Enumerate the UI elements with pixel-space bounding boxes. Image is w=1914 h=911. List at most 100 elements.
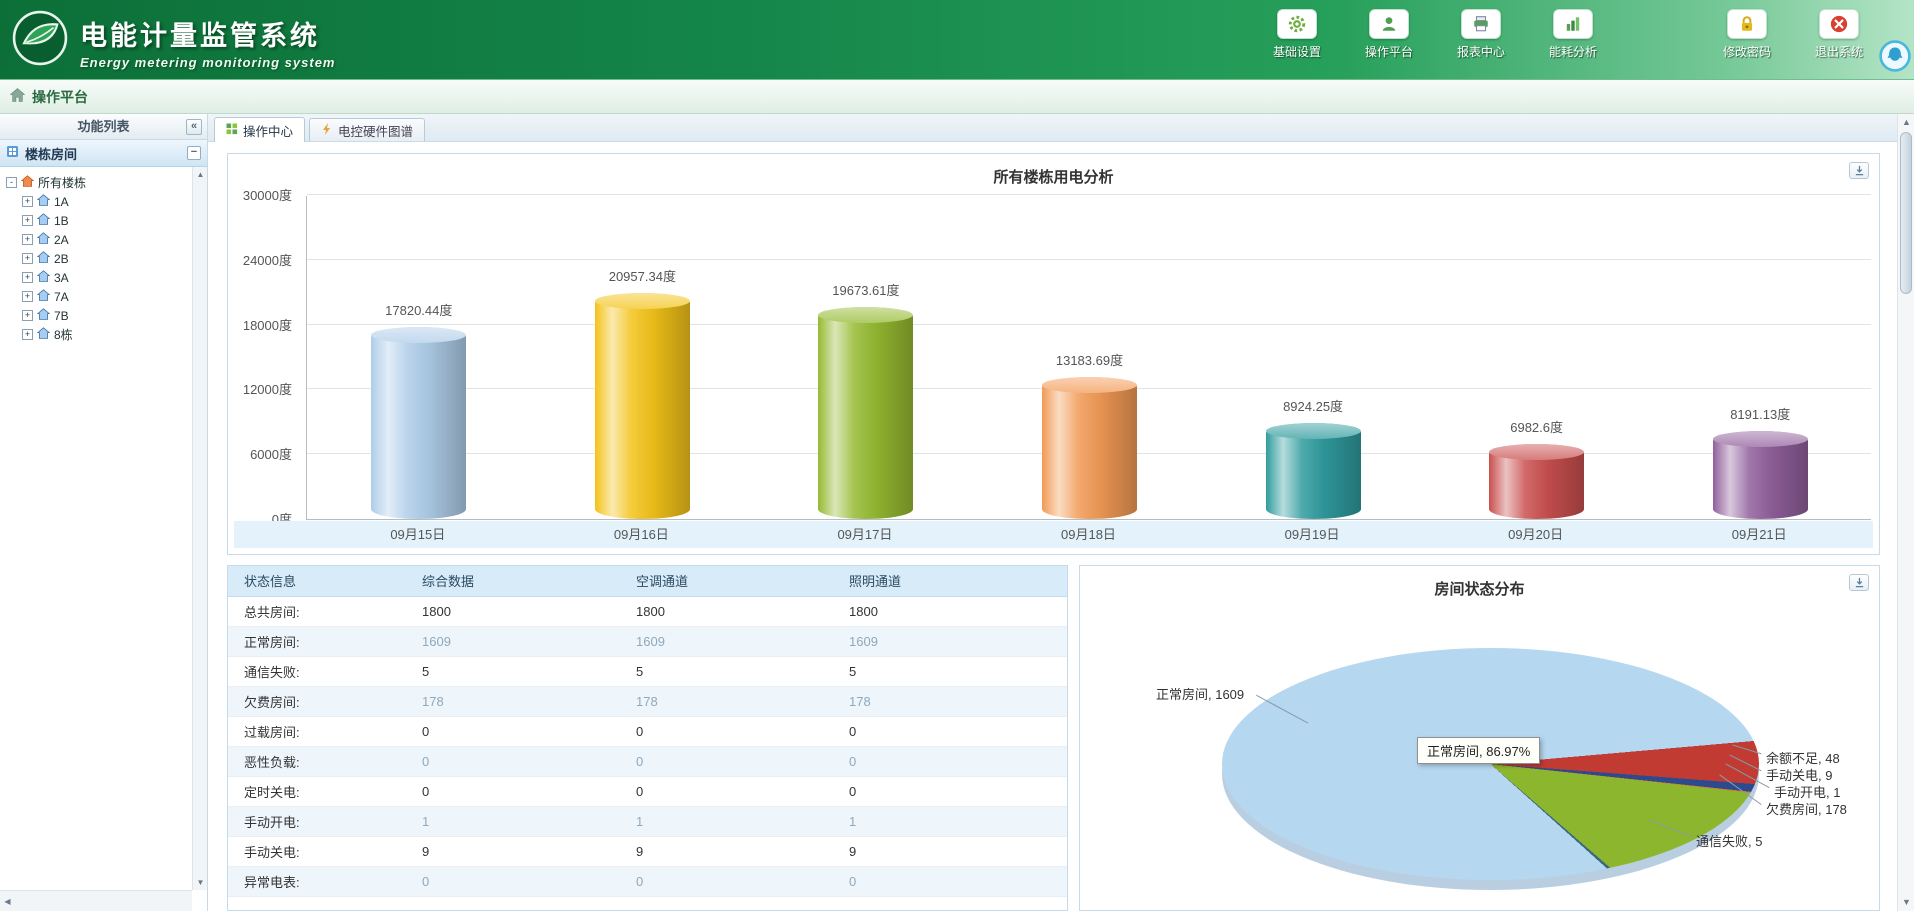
- bar-09月15日[interactable]: [371, 327, 466, 519]
- scroll-up-icon[interactable]: ▲: [1898, 114, 1914, 131]
- nav-label: 能耗分析: [1549, 43, 1597, 60]
- scroll-up-icon[interactable]: ▲: [193, 167, 208, 182]
- x-tick-label: 09月16日: [530, 521, 754, 548]
- tree-item-label: 2A: [54, 233, 69, 247]
- bar-09月20日[interactable]: [1489, 444, 1584, 519]
- row-value: 1800: [620, 596, 833, 626]
- y-tick-label: 12000度: [243, 379, 292, 398]
- bar-09月18日[interactable]: [1042, 377, 1137, 519]
- nav-button-close[interactable]: 退出系统: [1808, 9, 1870, 60]
- bar-09月19日[interactable]: [1266, 423, 1361, 519]
- expand-icon[interactable]: +: [22, 310, 33, 321]
- expand-icon[interactable]: +: [22, 272, 33, 283]
- tree-item-7B[interactable]: +7B: [0, 306, 192, 325]
- expand-icon[interactable]: +: [22, 196, 33, 207]
- section-collapse-button[interactable]: −: [187, 146, 201, 160]
- nav-button-chart[interactable]: 能耗分析: [1542, 9, 1604, 60]
- tree-item-label: 7A: [54, 290, 69, 304]
- row-value: 0: [620, 776, 833, 806]
- bar-09月17日[interactable]: [818, 307, 913, 519]
- nav-label: 操作平台: [1365, 43, 1413, 60]
- expand-icon[interactable]: +: [22, 253, 33, 264]
- nav-label: 报表中心: [1457, 43, 1505, 60]
- page-scrollbar[interactable]: ▲ ▼: [1897, 114, 1914, 911]
- nav-button-gear[interactable]: 基础设置: [1266, 9, 1328, 60]
- tab-label: 操作中心: [243, 121, 293, 140]
- download-icon[interactable]: [1849, 162, 1869, 179]
- expand-icon[interactable]: +: [22, 329, 33, 340]
- y-axis: 0度6000度12000度18000度24000度30000度: [228, 196, 298, 520]
- table-row: 恶性负载:000: [228, 746, 1067, 776]
- sidebar-title-bar: 功能列表 «: [0, 114, 207, 140]
- row-value: 1800: [406, 596, 620, 626]
- row-value: 9: [406, 836, 620, 866]
- pie-chart-panel: 房间状态分布 正常房间, 1609 正常: [1079, 565, 1880, 911]
- tree-item-2B[interactable]: +2B: [0, 249, 192, 268]
- nav-button-printer[interactable]: 报表中心: [1450, 9, 1512, 60]
- pie[interactable]: [1222, 648, 1759, 880]
- bar-value-label: 19673.61度: [754, 280, 978, 299]
- building-icon: [37, 289, 50, 304]
- building-tree: -所有楼栋+1A+1B+2A+2B+3A+7A+7B+8栋: [0, 167, 192, 890]
- table-row: 欠费房间:178178178: [228, 686, 1067, 716]
- expand-icon[interactable]: +: [22, 234, 33, 245]
- sidebar-collapse-button[interactable]: «: [186, 119, 202, 135]
- row-value: 1: [620, 806, 833, 836]
- tree-root-all-buildings[interactable]: -所有楼栋: [0, 173, 192, 192]
- status-table-panel: 状态信息综合数据空调通道照明通道 总共房间:180018001800正常房间:1…: [227, 565, 1068, 911]
- row-label: 通信失败:: [228, 656, 406, 686]
- row-value: 0: [406, 746, 620, 776]
- x-tick-label: 09月19日: [1200, 521, 1424, 548]
- scrollbar-thumb[interactable]: [1900, 132, 1912, 294]
- status-table: 状态信息综合数据空调通道照明通道 总共房间:180018001800正常房间:1…: [228, 566, 1067, 897]
- tab-label: 电控硬件图谱: [338, 121, 413, 140]
- nav-label: 修改密码: [1723, 43, 1771, 60]
- sidebar-vertical-scrollbar[interactable]: ▲ ▼: [192, 167, 207, 890]
- x-tick-label: 09月20日: [1424, 521, 1648, 548]
- scroll-down-icon[interactable]: ▼: [1898, 894, 1914, 911]
- table-row: 手动开电:111: [228, 806, 1067, 836]
- row-label: 正常房间:: [228, 626, 406, 656]
- contact-float-icon[interactable]: [1879, 40, 1911, 72]
- tree-item-1A[interactable]: +1A: [0, 192, 192, 211]
- bar-09月21日[interactable]: [1713, 431, 1808, 519]
- tab-operation-center[interactable]: 操作中心: [214, 117, 305, 142]
- tree-item-1B[interactable]: +1B: [0, 211, 192, 230]
- row-value: 0: [833, 866, 1067, 896]
- row-value: 0: [833, 776, 1067, 806]
- tree-item-2A[interactable]: +2A: [0, 230, 192, 249]
- row-label: 定时关电:: [228, 776, 406, 806]
- scroll-left-icon[interactable]: ◀: [0, 894, 15, 909]
- row-value: 178: [406, 686, 620, 716]
- collapse-icon[interactable]: -: [6, 177, 17, 188]
- row-label: 恶性负载:: [228, 746, 406, 776]
- bar-value-label: 17820.44度: [307, 300, 531, 319]
- scroll-down-icon[interactable]: ▼: [193, 875, 208, 890]
- sidebar-title: 功能列表: [77, 119, 129, 134]
- gridline: [307, 194, 1871, 195]
- table-header-row: 状态信息综合数据空调通道照明通道: [228, 566, 1067, 596]
- bar-value-label: 8924.25度: [1201, 396, 1425, 415]
- grid-icon: [226, 123, 238, 138]
- row-value: 5: [406, 656, 620, 686]
- tree-item-7A[interactable]: +7A: [0, 287, 192, 306]
- bar-09月16日[interactable]: [595, 293, 690, 519]
- row-value: 0: [833, 716, 1067, 746]
- nav-button-lock[interactable]: 修改密码: [1716, 9, 1778, 60]
- header-nav: 基础设置操作平台 报表中心 能耗分析 修改密码 退出系统: [1266, 9, 1870, 60]
- app-header: 电能计量监管系统 Energy metering monitoring syst…: [0, 0, 1914, 80]
- breadcrumb-title: 操作平台: [32, 87, 88, 107]
- sidebar-horizontal-scrollbar[interactable]: ◀: [0, 890, 192, 911]
- tree-item-label: 2B: [54, 252, 69, 266]
- sidebar-section-header[interactable]: 楼栋房间 −: [0, 140, 207, 167]
- expand-icon[interactable]: +: [22, 215, 33, 226]
- lock-icon: [1727, 9, 1767, 39]
- x-tick-label: 09月18日: [977, 521, 1201, 548]
- tree-item-3A[interactable]: +3A: [0, 268, 192, 287]
- tab-hardware-map[interactable]: 电控硬件图谱: [309, 118, 425, 141]
- expand-icon[interactable]: +: [22, 291, 33, 302]
- tree-item-8栋[interactable]: +8栋: [0, 325, 192, 344]
- nav-button-user[interactable]: 操作平台: [1358, 9, 1420, 60]
- x-tick-label: 09月21日: [1647, 521, 1871, 548]
- table-header-cell: 空调通道: [620, 566, 833, 596]
